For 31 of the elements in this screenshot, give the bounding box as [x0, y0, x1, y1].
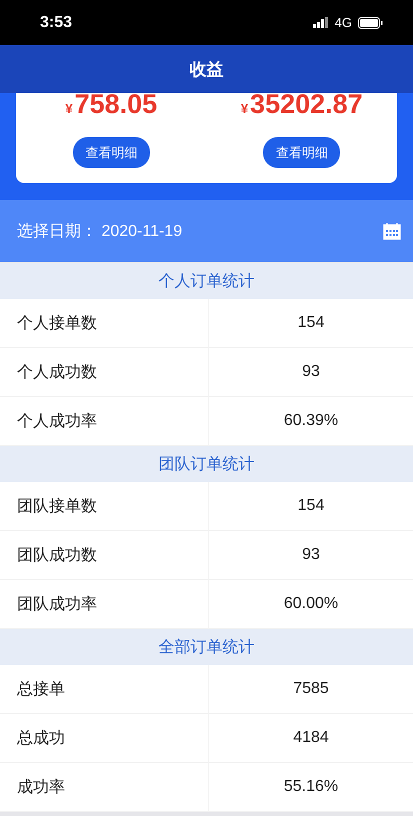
view-details-button[interactable]: 查看明细	[263, 137, 340, 168]
stat-label: 总接单	[0, 665, 209, 713]
stat-value: 4184	[292, 728, 330, 748]
stat-label: 个人接单数	[0, 299, 209, 347]
stat-label: 团队成功数	[0, 531, 209, 579]
earnings-amount: ¥758.05	[65, 91, 158, 121]
stat-value: 154	[296, 313, 326, 333]
calendar-icon[interactable]	[383, 222, 401, 240]
stat-value: 93	[301, 362, 321, 382]
signal-icon	[312, 17, 329, 28]
stat-label: 成功率	[0, 763, 209, 811]
stat-value: 7585	[292, 679, 330, 699]
stat-label: 总成功	[0, 714, 209, 762]
page-title: 收益	[190, 58, 224, 80]
stat-value: 60.39%	[282, 411, 340, 431]
stat-label: 个人成功率	[0, 397, 209, 445]
stat-value: 93	[301, 545, 321, 565]
stat-label: 团队成功率	[0, 580, 209, 628]
view-details-button[interactable]: 查看明细	[72, 137, 150, 168]
section-header: 团队订单统计	[0, 446, 413, 482]
stat-value: 55.16%	[282, 777, 340, 797]
clock: 3:53	[40, 14, 74, 32]
stat-label: 团队接单数	[0, 482, 209, 530]
section-header: 个人订单统计	[0, 263, 413, 299]
earnings-amount: ¥35202.87	[240, 91, 363, 121]
stat-value: 60.00%	[282, 594, 340, 614]
battery-icon	[358, 16, 383, 28]
network-type: 4G	[334, 15, 352, 30]
stat-label: 个人成功数	[0, 348, 209, 396]
section-header: 全部订单统计	[0, 629, 413, 665]
stat-value: 154	[296, 496, 326, 516]
